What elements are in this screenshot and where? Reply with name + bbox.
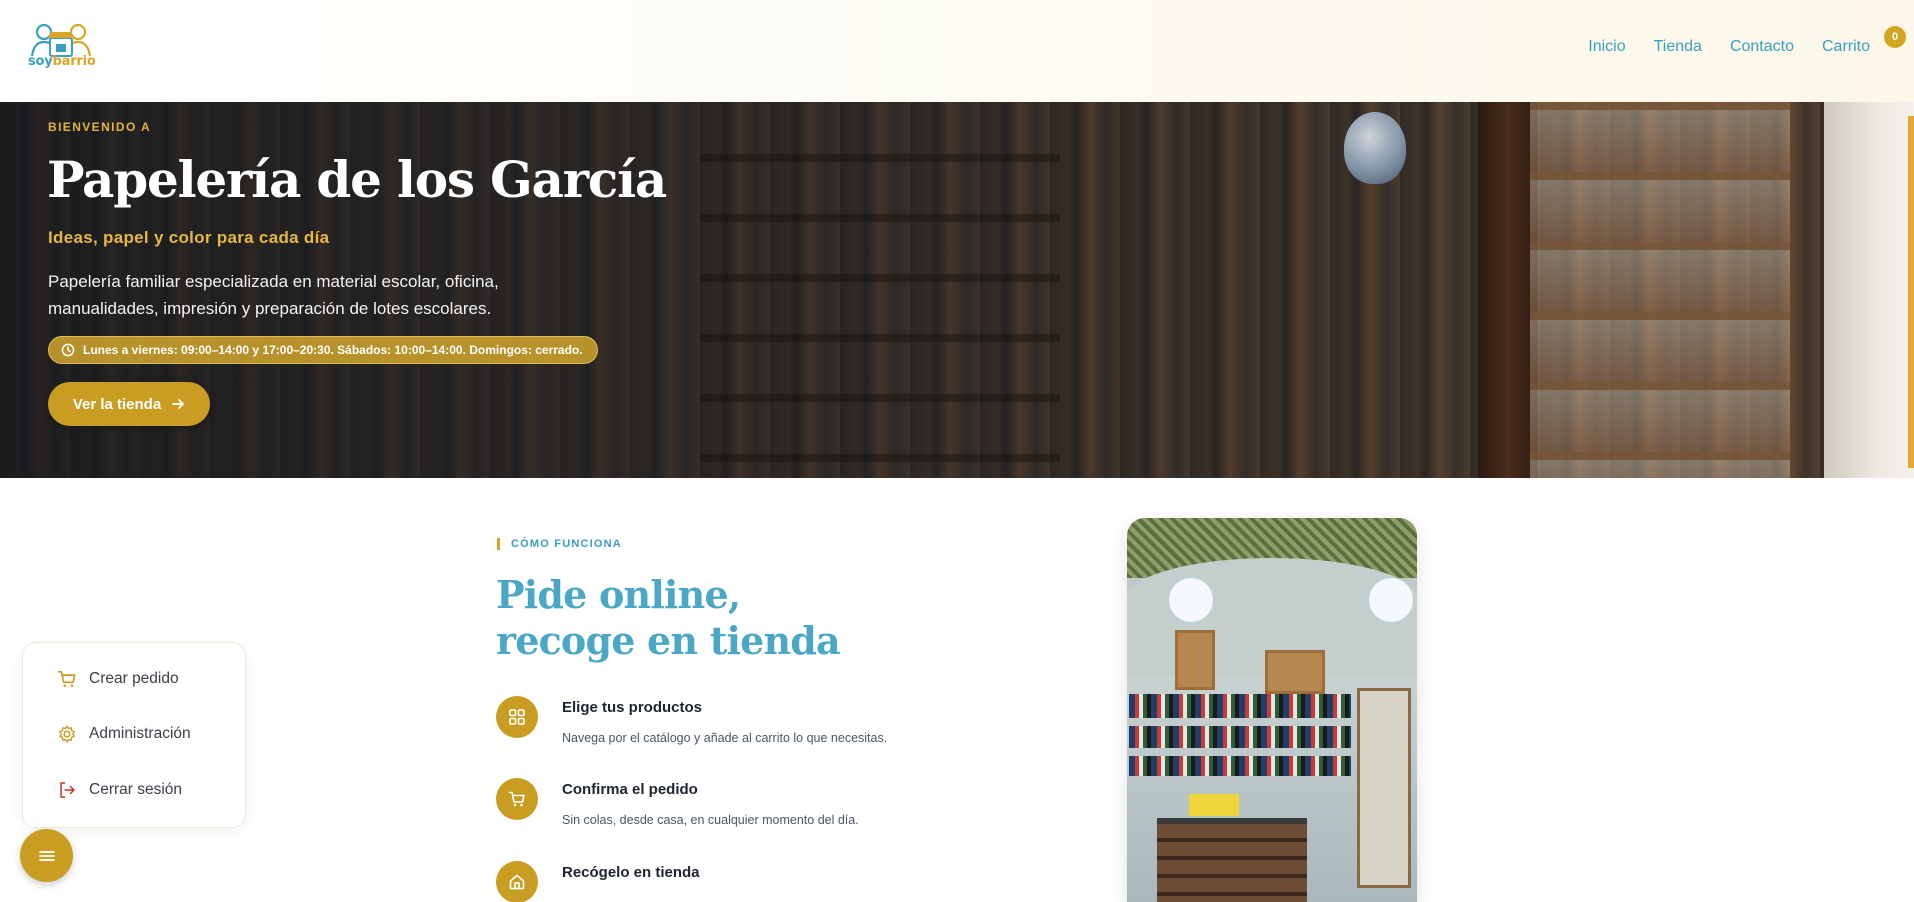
- hero-bg-balloon: [1344, 112, 1406, 184]
- cart-icon: [57, 670, 76, 687]
- hero-bg-shelves: [700, 102, 1060, 478]
- create-order-item[interactable]: Crear pedido: [57, 667, 179, 691]
- menu-toggle-button[interactable]: [20, 829, 73, 882]
- how-title: Pide online, recoge en tienda: [496, 572, 841, 664]
- logo-text-part2: barrio: [52, 54, 96, 69]
- step-description: Navega por el catálogo y añade al carrit…: [562, 731, 888, 745]
- nav-carrito[interactable]: Carrito: [1822, 38, 1870, 56]
- hero-bg-bookcase: [1530, 102, 1790, 478]
- hero-accent-bar: [1908, 116, 1914, 468]
- photo-cabinet: [1357, 688, 1411, 888]
- nav-contacto[interactable]: Contacto: [1730, 38, 1794, 56]
- home-icon: [496, 861, 538, 902]
- logout-label: Cerrar sesión: [89, 781, 183, 798]
- cart-icon: [496, 778, 538, 820]
- nav-tienda[interactable]: Tienda: [1654, 38, 1702, 56]
- step-item: Elige tus productos Navega por el catálo…: [496, 696, 1016, 756]
- photo-books: [1129, 694, 1351, 718]
- how-title-line1: Pide online,: [496, 572, 741, 617]
- hero-eyebrow: BIENVENIDO A: [48, 120, 152, 134]
- how-eyebrow: CÓMO FUNCIONA: [497, 538, 622, 550]
- admin-label: Administración: [89, 725, 191, 742]
- step-title: Elige tus productos: [562, 699, 703, 716]
- admin-item[interactable]: Administración: [57, 722, 191, 746]
- logo-text-part1: soy: [28, 54, 53, 69]
- hero-bg-frame: [1478, 102, 1538, 478]
- opening-hours-text: Lunes a viernes: 09:00–14:00 y 17:00–20:…: [83, 343, 583, 357]
- step-item: Confirma el pedido Sin colas, desde casa…: [496, 778, 1016, 838]
- logo-wordmark[interactable]: soybarrio: [28, 54, 96, 69]
- main-nav: Inicio Tienda Contacto Carrito: [1560, 38, 1870, 56]
- hero-title: Papelería de los García: [47, 150, 667, 209]
- view-shop-label: Ver la tienda: [72, 395, 162, 413]
- step-title: Confirma el pedido: [562, 781, 698, 798]
- step-title: Recógelo en tienda: [562, 864, 700, 881]
- clock-icon: [61, 343, 75, 357]
- site-header: soybarrio Inicio Tienda Contacto Carrito…: [0, 0, 1914, 102]
- gear-icon: [59, 725, 75, 743]
- logout-item[interactable]: Cerrar sesión: [57, 778, 182, 802]
- store-photo: [1127, 518, 1417, 902]
- logout-icon: [60, 782, 75, 798]
- photo-lamp: [1369, 578, 1413, 622]
- hero-bg-wall: [1824, 102, 1914, 478]
- view-shop-button[interactable]: Ver la tienda: [48, 382, 210, 426]
- photo-books: [1129, 756, 1351, 776]
- cart-count-badge[interactable]: 0: [1884, 26, 1906, 48]
- create-order-label: Crear pedido: [89, 670, 179, 687]
- floating-menu: Crear pedido Administración Cerrar sesió…: [22, 642, 246, 828]
- hero-description: Papelería familiar especializada en mate…: [48, 272, 499, 318]
- photo-desk: [1157, 818, 1307, 902]
- photo-books: [1129, 726, 1351, 748]
- step-item: Recógelo en tienda: [496, 861, 1016, 902]
- grid-icon: [496, 696, 538, 738]
- menu-icon: [38, 850, 55, 861]
- how-title-line2: recoge en tienda: [496, 618, 841, 663]
- opening-hours-badge: Lunes a viernes: 09:00–14:00 y 17:00–20:…: [48, 336, 598, 364]
- photo-lamp: [1169, 578, 1213, 622]
- arrow-right-icon: [172, 399, 185, 409]
- hero-subtitle: Ideas, papel y color para cada día: [48, 228, 330, 247]
- nav-inicio[interactable]: Inicio: [1588, 38, 1625, 56]
- step-description: Sin colas, desde casa, en cualquier mome…: [562, 813, 859, 827]
- photo-shelf: [1175, 630, 1215, 690]
- photo-shelf: [1265, 650, 1325, 694]
- photo-yellow-items: [1189, 794, 1239, 816]
